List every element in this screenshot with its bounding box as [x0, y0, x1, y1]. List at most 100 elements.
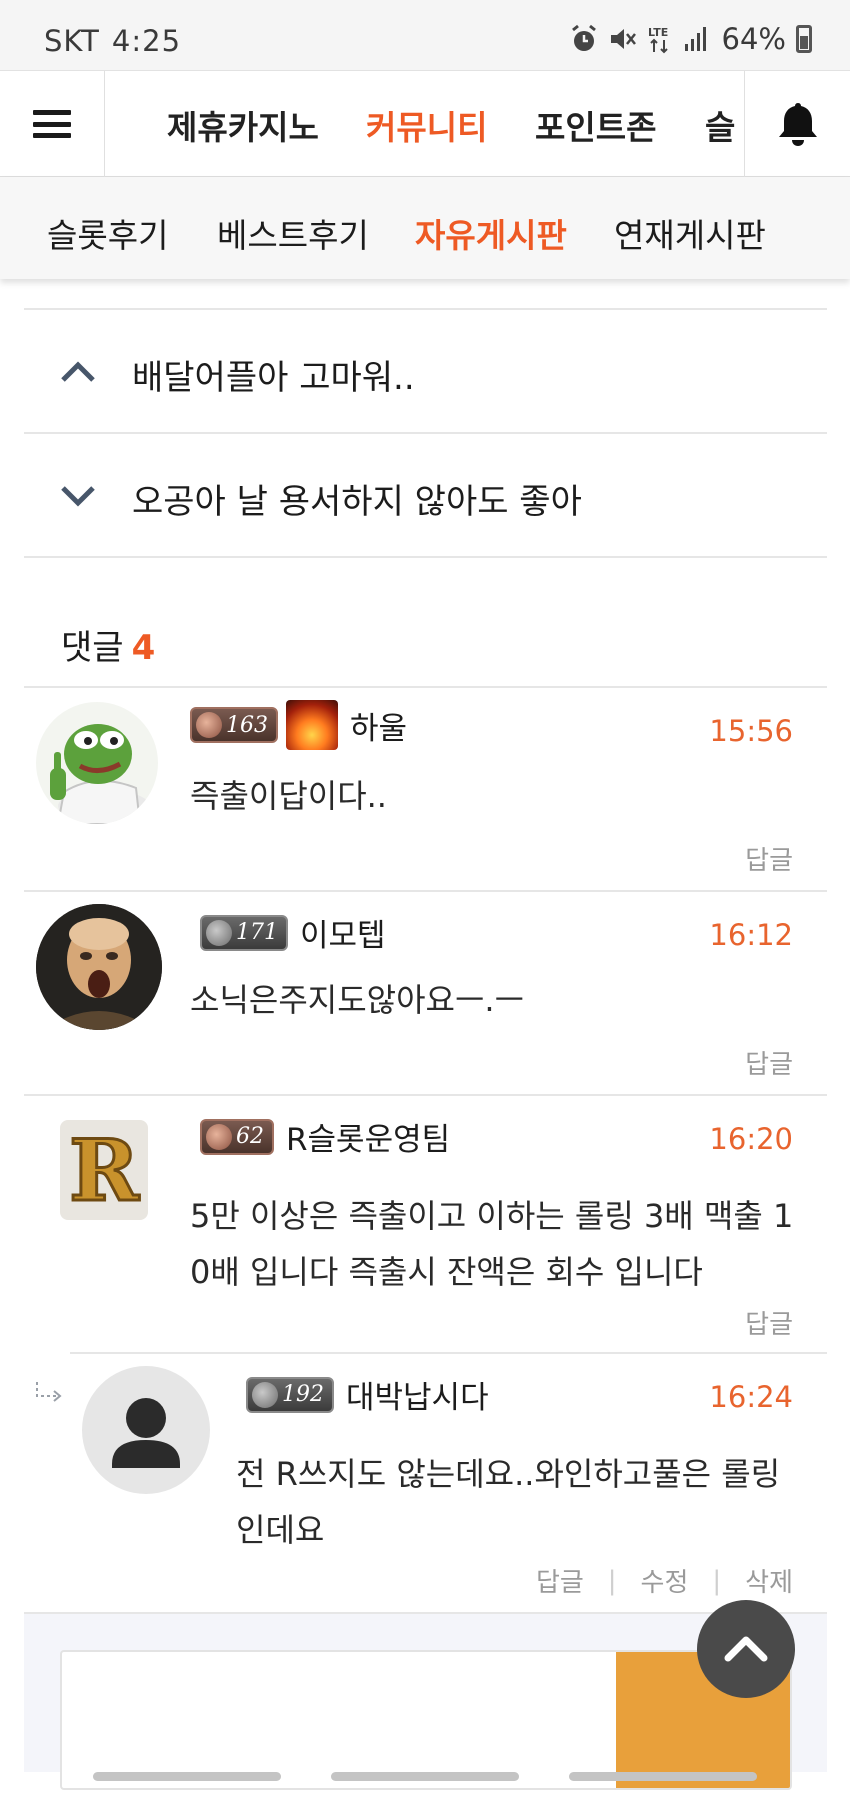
reply-comment-item: 192 대박납시다 16:24 전 R쓰지도 않는데요..와인하고풀은 롤링 인… [70, 1352, 827, 1612]
reply-arrow-icon [36, 1382, 62, 1402]
avatar[interactable] [36, 702, 158, 824]
comment-text-line: 0배 입니다 즉출시 잔액은 회수 입니다 [190, 1253, 703, 1291]
prev-post-title: 배달어플아 고마워.. [132, 358, 415, 398]
comment-time: 16:24 [709, 1380, 793, 1414]
menu-button[interactable] [0, 71, 105, 177]
hamburger-icon [33, 110, 71, 138]
comment-actions: 답글 [745, 840, 793, 877]
chevron-up-icon [61, 361, 95, 382]
reply-button[interactable]: 답글 [745, 840, 793, 877]
comment-time: 16:20 [709, 1122, 793, 1156]
svg-text:R: R [69, 1121, 140, 1220]
comment-actions: 답글 | 수정 | 삭제 [536, 1562, 793, 1599]
rank-emblem-icon [252, 1381, 278, 1408]
r-logo-avatar-image: R [60, 1120, 148, 1220]
comment-text-line: 5만 이상은 즉출이고 이하는 롤링 3배 맥출 1 [190, 1197, 794, 1235]
level-number: 62 [236, 1124, 264, 1149]
nickname[interactable]: 하울 [350, 703, 407, 748]
comment-item: 163 하울 15:56 즉출이답이다.. 답글 [24, 686, 827, 890]
comment-input-box[interactable] [60, 1650, 792, 1790]
avatar[interactable] [36, 904, 162, 1030]
comment-count: 4 [131, 628, 156, 668]
reply-button[interactable]: 답글 [745, 1044, 793, 1081]
nickname[interactable]: R슬롯운영팀 [286, 1114, 450, 1159]
svg-text:LTE: LTE [648, 26, 668, 39]
alarm-icon [570, 24, 598, 54]
level-number: 163 [226, 712, 268, 738]
subtab-slot-review[interactable]: 슬롯후기 [47, 209, 168, 257]
comment-time: 16:12 [709, 918, 793, 952]
avatar[interactable]: R [60, 1120, 148, 1220]
comment-actions: 답글 [745, 1044, 793, 1081]
level-badge: 163 [190, 707, 278, 743]
comment-text: 즉출이답이다.. [190, 777, 387, 815]
rank-emblem-icon [206, 919, 232, 946]
divider [24, 556, 827, 558]
action-separator: | [607, 1565, 617, 1596]
reply-button[interactable]: 답글 [536, 1562, 584, 1599]
mute-icon [608, 24, 636, 54]
level-badge: 62 [200, 1118, 274, 1155]
edit-button[interactable]: 수정 [641, 1562, 689, 1599]
gesture-bar [93, 1772, 281, 1781]
comment-item: 171 이모텝 16:12 소닉은주지도않아요ㅡ.ㅡ 답글 [24, 890, 827, 1094]
comment-meta: 163 하울 [190, 700, 407, 750]
comment-text-line: 전 R쓰지도 않는데요..와인하고풀은 롤링 [236, 1455, 781, 1493]
level-number: 171 [236, 920, 278, 945]
chevron-down-icon [61, 486, 95, 507]
prev-post-link[interactable]: 배달어플아 고마워.. [24, 308, 827, 432]
nickname[interactable]: 이모텝 [300, 910, 386, 955]
next-post-link[interactable]: 오공아 날 용서하지 않아도 좋아 [24, 432, 827, 556]
comment-label: 댓글 [61, 628, 124, 668]
comment-item: R 62 R슬롯운영팀 16:20 5만 이상은 즉출이고 이하는 롤링 3배 … [24, 1094, 827, 1352]
level-number: 192 [282, 1382, 324, 1407]
subtab-serial-board[interactable]: 연재게시판 [614, 209, 766, 257]
battery-percent: 64% [721, 22, 786, 56]
status-left: SKT 4:25 [44, 24, 181, 58]
level-badge: 192 [246, 1376, 334, 1413]
reply-button[interactable]: 답글 [745, 1304, 793, 1341]
nickname[interactable]: 대박납시다 [346, 1372, 489, 1417]
comment-text: 소닉은주지도않아요ㅡ.ㅡ [190, 981, 525, 1019]
carrier-label: SKT [44, 24, 100, 58]
subtab-free-board[interactable]: 자유게시판 [415, 209, 567, 257]
sub-navigation: 슬롯후기 베스트후기 자유게시판 연재게시판 [0, 177, 850, 279]
subtab-best-review[interactable]: 베스트후기 [217, 209, 369, 257]
rank-emblem-icon [196, 712, 222, 738]
signal-icon [684, 24, 712, 54]
tab-partner-casino[interactable]: 제휴카지노 [167, 101, 319, 149]
chevron-up-icon [724, 1636, 768, 1662]
level-badge: 171 [200, 914, 288, 951]
tab-slot[interactable]: 슬 [705, 101, 735, 149]
lte-icon: LTE [646, 24, 674, 54]
status-bar: SKT 4:25 LTE 64% [0, 0, 850, 80]
face-avatar-image [36, 904, 162, 1030]
comment-count-header: 댓글 4 [61, 620, 155, 669]
next-post-title: 오공아 날 용서하지 않아도 좋아 [132, 482, 582, 522]
rank-emblem-icon [206, 1123, 232, 1150]
tab-community[interactable]: 커뮤니티 [366, 101, 487, 149]
comment-meta: 62 R슬롯운영팀 [200, 1114, 450, 1159]
bell-icon [778, 103, 817, 146]
delete-button[interactable]: 삭제 [745, 1562, 793, 1599]
gesture-bar [331, 1772, 519, 1781]
main-tabs: 제휴카지노 커뮤니티 포인트존 슬 [105, 71, 745, 177]
battery-icon [796, 25, 812, 53]
tab-point-zone[interactable]: 포인트존 [535, 101, 656, 149]
comment-meta: 192 대박납시다 [246, 1372, 489, 1417]
top-navigation: 제휴카지노 커뮤니티 포인트존 슬 [0, 70, 850, 177]
comment-actions: 답글 [745, 1304, 793, 1341]
status-right: LTE 64% [570, 22, 812, 56]
notification-button[interactable] [744, 71, 850, 177]
default-avatar[interactable] [82, 1366, 210, 1494]
action-separator: | [712, 1565, 722, 1596]
comment-meta: 171 이모텝 [200, 910, 386, 955]
comment-time: 15:56 [709, 714, 793, 748]
fire-icon [286, 700, 338, 750]
comment-text-line: 인데요 [236, 1511, 325, 1549]
gesture-bar [569, 1772, 757, 1781]
scroll-top-button[interactable] [697, 1600, 795, 1698]
user-icon [112, 1398, 180, 1468]
frog-avatar-image [50, 724, 150, 824]
clock: 4:25 [111, 24, 182, 58]
